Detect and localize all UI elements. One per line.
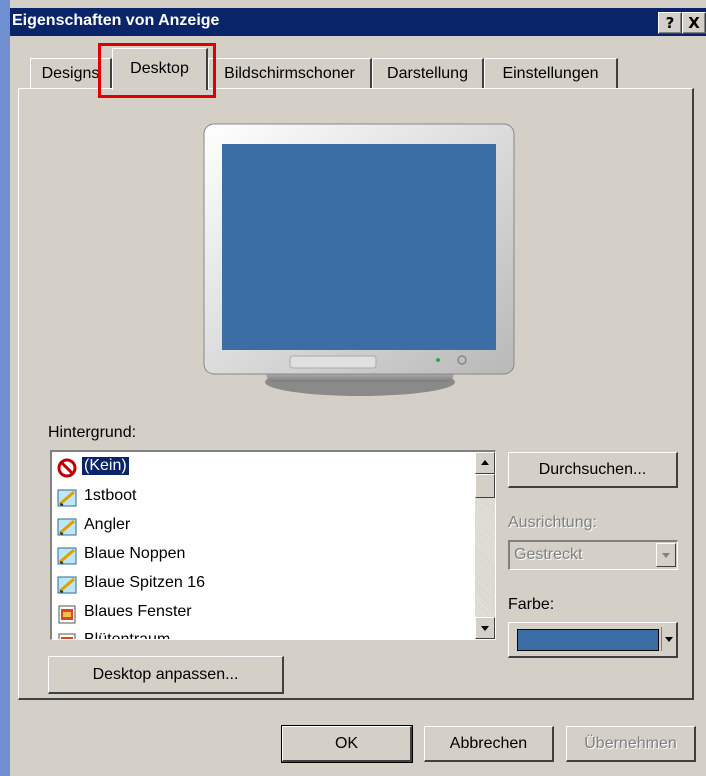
ok-button[interactable]: OK	[281, 725, 413, 763]
color-picker-button[interactable]	[508, 622, 678, 658]
close-button[interactable]: X	[682, 12, 706, 34]
tab-settings[interactable]: Einstellungen	[484, 58, 618, 88]
window-edge	[0, 0, 10, 776]
window-title: Eigenschaften von Anzeige	[12, 12, 220, 29]
customize-desktop-button[interactable]: Desktop anpassen...	[48, 656, 284, 694]
scroll-down-button[interactable]	[475, 617, 495, 639]
arrow-down-icon	[481, 626, 489, 631]
background-list[interactable]: (Kein) 1stboot Angler Blaue Noppen Blaue…	[50, 450, 496, 640]
chevron-down-icon	[662, 553, 670, 558]
title-bar[interactable]: Eigenschaften von Anzeige ? X	[10, 8, 706, 36]
scroll-thumb[interactable]	[475, 474, 495, 498]
image-file-icon	[57, 547, 77, 565]
cancel-button[interactable]: Abbrechen	[424, 726, 554, 762]
image-file-icon	[57, 518, 77, 536]
position-value: Gestreckt	[514, 546, 583, 563]
tab-appearance[interactable]: Darstellung	[372, 58, 484, 88]
list-scrollbar[interactable]	[475, 452, 495, 639]
scroll-up-button[interactable]	[475, 452, 495, 474]
background-label: Hintergrund:	[48, 424, 137, 441]
tab-highlight-box	[98, 43, 216, 98]
preview-screen	[222, 144, 496, 350]
position-dropdown-button[interactable]	[656, 543, 676, 567]
browse-button[interactable]: Durchsuchen...	[508, 452, 678, 488]
display-properties-window: Eigenschaften von Anzeige ? X Designs Bi…	[0, 0, 706, 776]
monitor-preview	[203, 123, 515, 396]
image-file-icon	[57, 489, 77, 507]
none-icon	[57, 458, 77, 478]
help-button[interactable]: ?	[658, 12, 682, 34]
arrow-up-icon	[481, 460, 489, 465]
chevron-down-icon	[665, 637, 673, 642]
position-select[interactable]: Gestreckt	[508, 540, 678, 570]
html-file-icon	[58, 605, 76, 624]
apply-button[interactable]: Übernehmen	[566, 726, 696, 762]
html-file-icon	[58, 633, 76, 639]
color-label: Farbe:	[508, 596, 555, 613]
image-file-icon	[57, 576, 77, 594]
tab-screensaver[interactable]: Bildschirmschoner	[208, 58, 372, 88]
position-label: Ausrichtung:	[508, 514, 597, 531]
color-swatch	[517, 629, 659, 651]
